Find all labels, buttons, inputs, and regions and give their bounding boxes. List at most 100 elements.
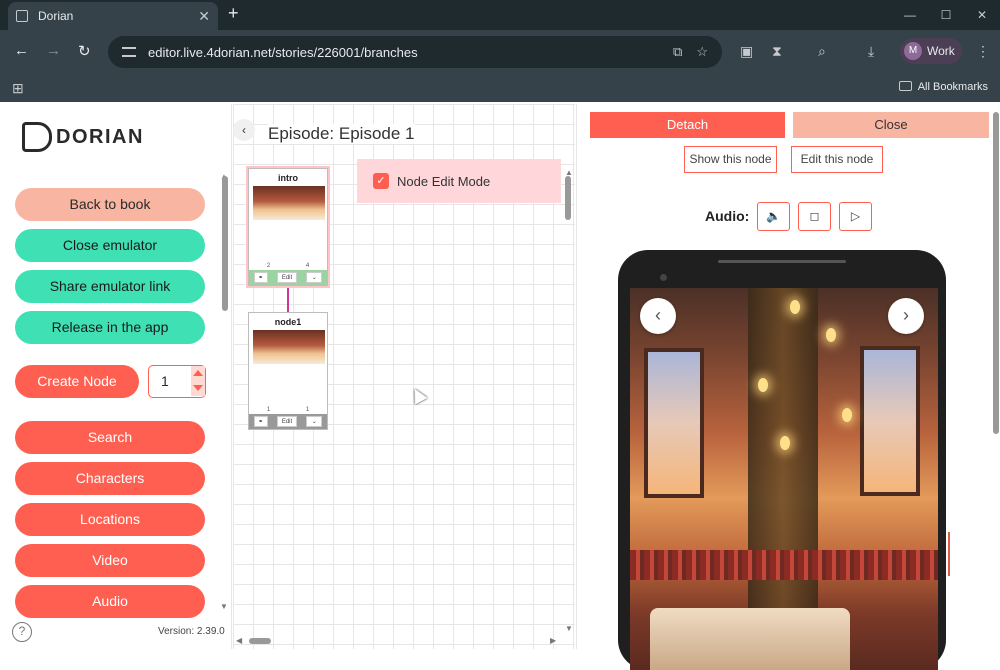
bookmarks-bar: ⊞ All Bookmarks: [0, 74, 1000, 102]
graph-node[interactable]: node1 1 1 ⚭ Edit ⌄: [248, 312, 328, 430]
graph-vertical-scrollbar[interactable]: [565, 176, 571, 220]
node-edit-mode-toggle[interactable]: ✓ Node Edit Mode: [357, 159, 561, 203]
lens-icon[interactable]: ⌕: [818, 43, 826, 60]
link-icon[interactable]: ⚭: [253, 272, 268, 283]
share-emulator-link-button[interactable]: Share emulator link: [15, 270, 205, 303]
node-thumbnail: [253, 330, 325, 364]
emulator-screen[interactable]: ‹ ›: [630, 288, 938, 670]
phone-emulator: ‹ ›: [618, 250, 946, 670]
sidebar-scrollbar[interactable]: [222, 176, 228, 311]
graph-node[interactable]: intro 2 4 ⚭ Edit ⌄: [248, 168, 328, 286]
reload-icon[interactable]: ↻: [78, 42, 91, 60]
close-button[interactable]: Close: [793, 112, 989, 138]
scene-window-left: [644, 348, 704, 498]
graph-horizontal-scrollbar[interactable]: [249, 638, 271, 644]
tab-title: Dorian: [38, 9, 74, 23]
minimize-icon[interactable]: —: [892, 0, 928, 30]
window-controls: — ☐ ✕: [892, 0, 1000, 30]
scroll-right-icon[interactable]: ▶: [550, 636, 556, 645]
node-stats: 1 1: [249, 407, 327, 413]
site-info-icon[interactable]: [122, 47, 136, 57]
new-tab-icon[interactable]: +: [228, 3, 239, 24]
node-more-icon[interactable]: ⌄: [306, 416, 323, 427]
node-more-icon[interactable]: ⌄: [306, 272, 323, 283]
collapse-sidebar-icon[interactable]: ‹: [233, 119, 255, 141]
scroll-left-icon[interactable]: ◀: [236, 636, 242, 645]
puzzle-icon[interactable]: ⧗: [772, 43, 782, 60]
node-toolbar: ⚭ Edit ⌄: [249, 414, 327, 429]
scroll-down-icon[interactable]: ▼: [220, 602, 228, 611]
link-icon[interactable]: ⚭: [253, 416, 268, 427]
panel-scrollbar[interactable]: [993, 112, 999, 434]
emulator-side-indicator: [948, 532, 950, 576]
volume-icon[interactable]: 🔈: [757, 202, 790, 231]
node-edit-button[interactable]: Edit: [276, 272, 297, 283]
url-text: editor.live.4dorian.net/stories/226001/b…: [148, 44, 418, 60]
edit-this-node-button[interactable]: Edit this node: [791, 146, 883, 173]
audio-label: Audio:: [705, 208, 750, 224]
phone-camera-icon: [660, 274, 667, 281]
node-stat-left: 2: [266, 263, 271, 269]
episode-title: Episode: Episode 1: [268, 124, 415, 144]
play-icon[interactable]: ▷: [839, 202, 872, 231]
node-count-stepper[interactable]: 1: [148, 365, 206, 398]
address-bar[interactable]: editor.live.4dorian.net/stories/226001/b…: [108, 36, 722, 68]
scene-open-book: [650, 608, 850, 670]
node-name: node1: [274, 317, 302, 327]
stepper-arrows-icon[interactable]: [191, 366, 205, 396]
app-root: DORIAN Back to book Close emulator Share…: [0, 104, 1000, 670]
all-bookmarks[interactable]: All Bookmarks: [898, 81, 988, 93]
bookmark-star-icon[interactable]: ☆: [696, 44, 708, 60]
stop-icon[interactable]: ◻: [798, 202, 831, 231]
scene-lamp: [842, 408, 852, 422]
maximize-icon[interactable]: ☐: [928, 0, 964, 30]
back-to-book-button[interactable]: Back to book: [15, 188, 205, 221]
install-app-icon[interactable]: ⧉: [673, 44, 682, 60]
close-emulator-button[interactable]: Close emulator: [15, 229, 205, 262]
forward-arrow-icon[interactable]: →: [46, 42, 61, 59]
audio-button[interactable]: Audio: [15, 585, 205, 618]
version-text: Version: 2.39.0: [158, 626, 225, 637]
search-button[interactable]: Search: [15, 421, 205, 454]
node-stat-right: 1: [305, 407, 310, 413]
browser-toolbar: ← → ↻ editor.live.4dorian.net/stories/22…: [0, 30, 1000, 74]
node-count-value: 1: [161, 373, 169, 389]
video-button[interactable]: Video: [15, 544, 205, 577]
avatar: M: [904, 42, 922, 60]
scene-lamp: [790, 300, 800, 314]
dorian-logo: DORIAN: [22, 122, 144, 152]
locations-button[interactable]: Locations: [15, 503, 205, 536]
close-tab-icon[interactable]: ✕: [198, 8, 210, 25]
scene-window-right: [860, 346, 920, 496]
node-edit-button[interactable]: Edit: [276, 416, 297, 427]
previous-scene-icon[interactable]: ‹: [640, 298, 676, 334]
favicon-icon: [16, 10, 28, 22]
node-connector: [287, 288, 289, 312]
branch-graph[interactable]: ‹ Episode: Episode 1 intro 2 4 ⚭ Edit ⌄ …: [233, 104, 575, 649]
help-icon[interactable]: ?: [12, 622, 32, 642]
menu-dots-icon[interactable]: ⋮: [976, 43, 990, 60]
sidebar: DORIAN Back to book Close emulator Share…: [0, 104, 232, 649]
download-icon[interactable]: ⤓: [868, 43, 874, 60]
node-edit-mode-label: Node Edit Mode: [397, 173, 491, 189]
extension-icon[interactable]: ▣: [740, 43, 753, 60]
show-this-node-button[interactable]: Show this node: [684, 146, 777, 173]
scene-bookshelf: [630, 550, 938, 580]
characters-button[interactable]: Characters: [15, 462, 205, 495]
profile-button[interactable]: M Work: [900, 38, 962, 64]
next-scene-icon[interactable]: ›: [888, 298, 924, 334]
tab-dorian[interactable]: Dorian ✕: [8, 2, 218, 30]
apps-grid-icon[interactable]: ⊞: [12, 80, 24, 97]
back-arrow-icon[interactable]: ←: [14, 42, 29, 59]
create-node-button[interactable]: Create Node: [15, 365, 139, 398]
detach-button[interactable]: Detach: [590, 112, 785, 138]
scroll-down-icon[interactable]: ▼: [565, 624, 573, 633]
profile-label: Work: [927, 44, 955, 58]
release-in-app-button[interactable]: Release in the app: [15, 311, 205, 344]
node-thumbnail: [253, 186, 325, 220]
checkbox-checked-icon[interactable]: ✓: [373, 173, 389, 189]
phone-speaker: [718, 260, 846, 263]
tab-strip: Dorian ✕ + — ☐ ✕: [0, 0, 1000, 30]
mouse-cursor-icon: [408, 385, 428, 405]
close-window-icon[interactable]: ✕: [964, 0, 1000, 30]
